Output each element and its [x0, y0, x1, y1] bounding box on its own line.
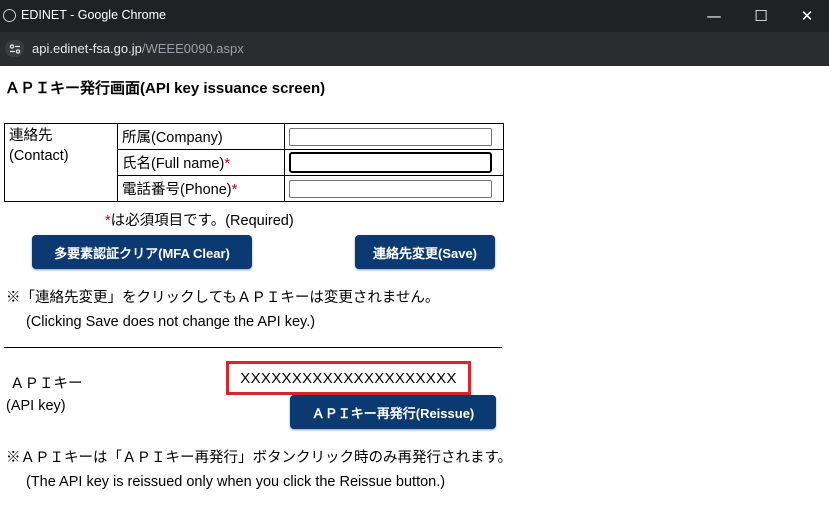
api-key-label-en: (API key) — [6, 398, 66, 414]
company-label-cell: 所属(Company) — [117, 123, 285, 150]
page-content: ＡＰＩキー発行画面(API key issuance screen) 連絡先 (… — [0, 66, 829, 527]
phone-label-cell: 電話番号(Phone)* — [117, 175, 285, 202]
window-title: EDINET - Google Chrome — [21, 8, 166, 22]
chrome-globe-icon — [3, 9, 16, 22]
required-note: *は必須項目です。(Required) — [105, 209, 294, 230]
save-note: ※「連絡先変更」をクリックしてもＡＰＩキーは変更されません。 (Clicking… — [6, 286, 439, 334]
url-host: api.edinet-fsa.go.jp — [32, 41, 142, 56]
url-text[interactable]: api.edinet-fsa.go.jp/WEEE0090.aspx — [32, 41, 244, 56]
site-info-button[interactable] — [5, 40, 24, 57]
company-field[interactable] — [289, 127, 492, 146]
contact-table: 連絡先 (Contact) 所属(Company) 氏名(Full name)*… — [4, 123, 504, 202]
phone-input-cell — [284, 175, 504, 202]
contact-label: 連絡先 — [9, 128, 53, 144]
api-key-label: ＡＰＩキー (API key) — [6, 373, 83, 417]
minimize-icon: — — [706, 7, 722, 25]
required-mark: * — [224, 156, 230, 172]
phone-label: 電話番号(Phone) — [122, 182, 232, 198]
required-mark: * — [231, 182, 238, 198]
tune-icon — [9, 43, 20, 54]
close-button[interactable]: ✕ — [784, 0, 829, 32]
minimize-button[interactable]: — — [691, 0, 737, 32]
maximize-icon: ☐ — [754, 7, 768, 25]
api-key-value: XXXXXXXXXXXXXXXXXXXXX — [226, 361, 471, 395]
contact-label-cell: 連絡先 (Contact) — [4, 123, 118, 202]
divider — [4, 347, 502, 348]
fullname-label: 氏名(Full name) — [122, 156, 225, 172]
mfa-clear-button[interactable]: 多要素認証クリア(MFA Clear) — [32, 235, 252, 269]
reissue-note-line2: (The API key is reissued only when you c… — [26, 474, 446, 490]
fullname-label-cell: 氏名(Full name)* — [117, 149, 285, 176]
browser-title-bar: EDINET - Google Chrome — ☐ ✕ — [0, 0, 829, 32]
save-note-line2: (Clicking Save does not change the API k… — [26, 314, 316, 330]
close-icon: ✕ — [800, 7, 814, 25]
maximize-button[interactable]: ☐ — [738, 0, 784, 32]
save-button[interactable]: 連絡先変更(Save) — [355, 235, 495, 269]
api-key-label-ja: ＡＰＩキー — [10, 376, 83, 392]
company-label: 所属(Company) — [122, 130, 223, 146]
company-input-cell — [284, 123, 504, 150]
contact-label-en: (Contact) — [9, 148, 69, 164]
reissue-note: ※ＡＰＩキーは「ＡＰＩキー再発行」ボタンクリック時のみ再発行されます。 (The… — [6, 446, 512, 494]
save-note-line1: ※「連絡先変更」をクリックしてもＡＰＩキーは変更されません。 — [6, 290, 440, 306]
required-note-text: は必須項目です。(Required) — [110, 213, 294, 229]
url-path: /WEEE0090.aspx — [141, 41, 244, 56]
page-title: ＡＰＩキー発行画面(API key issuance screen) — [5, 80, 326, 97]
phone-field[interactable] — [289, 179, 492, 198]
fullname-field[interactable] — [289, 152, 492, 173]
reissue-note-line1: ※ＡＰＩキーは「ＡＰＩキー再発行」ボタンクリック時のみ再発行されます。 — [6, 450, 513, 466]
reissue-button[interactable]: ＡＰＩキー再発行(Reissue) — [290, 395, 496, 429]
fullname-input-cell — [284, 149, 504, 176]
address-bar: api.edinet-fsa.go.jp/WEEE0090.aspx — [0, 32, 829, 66]
